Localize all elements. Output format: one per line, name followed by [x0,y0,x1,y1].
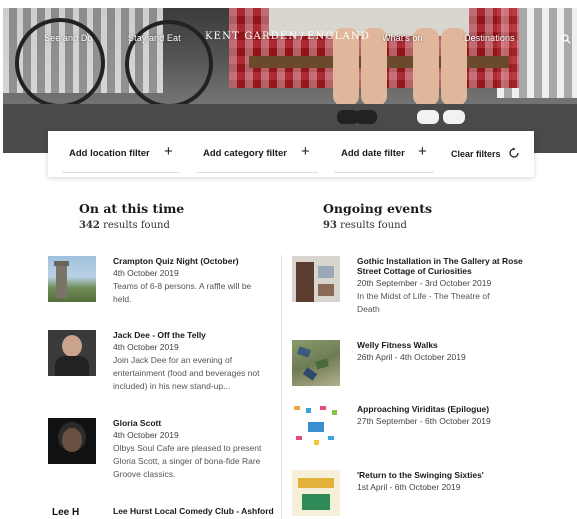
event-title[interactable]: Jack Dee - Off the Telly [113,330,206,341]
category-filter-underline [196,172,318,173]
event-description-line: In the Midst of Life - The Theatre of [357,291,490,301]
event-date: 27th September - 6th October 2019 [357,416,491,426]
event-date: 4th October 2019 [113,342,179,352]
event-thumbnail-text: Lee H [52,507,80,518]
event-title[interactable]: Lee Hurst Local Comedy Club - Ashford [113,506,274,517]
event-description-line: entertainment (food and beverages not [113,368,260,378]
event-description-line: Olbys Soul Cafe are pleased to present [113,443,262,453]
event-title[interactable]: Welly Fitness Walks [357,340,438,351]
event-description-line: Groove classics. [113,469,176,479]
event-title[interactable]: 'Return to the Swinging Sixties' [357,470,484,481]
ongoing-events-heading: Ongoing events [323,201,433,216]
nav-whats-on[interactable]: What's on [382,33,423,43]
nav-see-and-do[interactable]: See and Do [44,33,93,43]
event-thumbnail [48,256,96,302]
clear-filters-button[interactable]: Clear filters [451,149,501,159]
location-plus-icon[interactable]: + [164,143,173,160]
event-thumbnail [48,330,96,376]
date-filter-underline [334,172,434,173]
event-thumbnail: Lee H [48,506,96,519]
refresh-icon[interactable] [508,147,520,159]
site-logo[interactable]: KENT GARDEN / ENGLAND [205,31,370,42]
event-description-line: Teams of 6-8 persons. A raffle will be [113,281,252,291]
event-thumbnail [292,470,340,516]
event-thumbnail [292,404,340,450]
location-filter-button[interactable]: Add location filter [69,148,150,159]
event-title[interactable]: Approaching Viriditas (Epilogue) [357,404,489,415]
event-thumbnail [48,418,96,464]
event-date: 26th April - 4th October 2019 [357,352,466,362]
nav-stay-and-eat[interactable]: Stay and Eat [128,33,181,43]
category-plus-icon[interactable]: + [301,143,310,160]
top-navigation: See and Do Stay and Eat KENT GARDEN / ENGL… [3,8,577,68]
search-icon[interactable] [561,34,571,44]
nav-destinations[interactable]: Destinations [464,33,515,43]
ongoing-events-count: 93 results found [323,220,407,231]
event-description-line: Death [357,304,380,314]
event-date: 4th October 2019 [113,430,179,440]
on-at-this-time-count: 342 results found [79,220,170,231]
event-description-line: Gloria Scott, a singer of bona-fide Rare [113,456,261,466]
location-filter-underline [62,172,180,173]
on-at-this-time-heading: On at this time [79,201,185,216]
event-title[interactable]: Gloria Scott [113,418,161,429]
filter-bar: Add location filter + Add category filte… [48,131,534,177]
date-filter-button[interactable]: Add date filter [341,148,405,159]
event-description-line: Join Jack Dee for an evening of [113,355,233,365]
category-filter-button[interactable]: Add category filter [203,148,287,159]
event-thumbnail [292,256,340,302]
event-description-line: included) in his new stand-up... [113,381,231,391]
date-plus-icon[interactable]: + [418,143,427,160]
event-title-line[interactable]: Street Cottage of Curiosities [357,266,472,277]
event-description-line: held. [113,294,132,304]
event-date: 20th September - 3rd October 2019 [357,278,492,288]
event-date: 1st April - 6th October 2019 [357,482,461,492]
event-title[interactable]: Crampton Quiz Night (October) [113,256,239,267]
column-divider [281,255,282,519]
event-date: 4th October 2019 [113,268,179,278]
event-thumbnail [292,340,340,386]
